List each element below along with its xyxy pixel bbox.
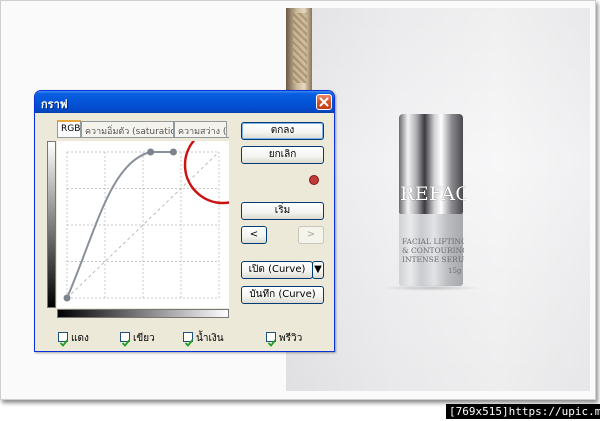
- dialog-titlebar[interactable]: กราฟ: [35, 91, 334, 113]
- bottle-text-line: INTENSE SERUM: [402, 255, 464, 264]
- checkbox-box[interactable]: [266, 332, 277, 347]
- checkbox-label: พรีวิว: [279, 333, 303, 344]
- check-icon: [59, 339, 69, 347]
- checkbox-box[interactable]: [183, 332, 194, 347]
- previous-button[interactable]: <: [241, 226, 267, 244]
- curve-control-point[interactable]: [169, 148, 177, 156]
- tab-brightness[interactable]: ความสว่าง (L: [174, 121, 227, 137]
- cancel-button[interactable]: ยกเลิก: [241, 146, 324, 164]
- background-frame-pattern: [293, 13, 307, 83]
- screenshot-canvas: REFACE FACIAL LIFTING & CONTOURING INTEN…: [0, 0, 600, 421]
- ok-button[interactable]: ตกลง: [241, 122, 324, 140]
- checkbox-box[interactable]: [58, 332, 69, 347]
- watermark: [769x515]https://upic.me/: [446, 404, 600, 419]
- curve-control-point[interactable]: [63, 294, 71, 302]
- curves-dialog: กราฟ RGB ความอิ่มตัว (saturation) ความสว…: [34, 90, 335, 352]
- checkbox-label: เขียว: [133, 333, 155, 344]
- tab-panel-border: [57, 137, 229, 138]
- bottle-shadow: [381, 285, 481, 291]
- output-gradient-bar: [47, 141, 56, 308]
- highlight-circle: [183, 141, 229, 205]
- input-gradient-bar: [57, 309, 229, 318]
- image-frame: REFACE FACIAL LIFTING & CONTOURING INTEN…: [0, 0, 596, 400]
- bottle-weight-label: 15g: [448, 267, 462, 275]
- help-icon[interactable]: [309, 175, 319, 185]
- tab-saturation[interactable]: ความอิ่มตัว (saturation): [81, 121, 174, 137]
- tab-rgb[interactable]: RGB: [57, 120, 81, 138]
- checkbox-label: แดง: [71, 333, 89, 344]
- checkbox-label: น้ำเงิน: [196, 333, 224, 344]
- start-button[interactable]: เริ่ม: [241, 202, 324, 220]
- check-icon: [184, 339, 194, 347]
- curve-editor[interactable]: [57, 141, 229, 308]
- close-icon: [319, 97, 329, 107]
- check-icon: [121, 339, 131, 347]
- close-button[interactable]: [316, 94, 332, 110]
- save-curve-button[interactable]: บันทึก (Curve): [241, 286, 324, 304]
- bottle-brand-label: REFACE: [400, 183, 466, 205]
- open-curve-dropdown[interactable]: ▼: [312, 261, 324, 279]
- curve-graph[interactable]: [57, 141, 229, 308]
- open-curve-button[interactable]: เปิด (Curve): [241, 261, 313, 279]
- curve-control-point[interactable]: [147, 148, 155, 156]
- check-icon: [267, 339, 277, 347]
- checkbox-box[interactable]: [120, 332, 131, 347]
- next-button[interactable]: >: [298, 226, 324, 244]
- dialog-title: กราฟ: [41, 98, 68, 111]
